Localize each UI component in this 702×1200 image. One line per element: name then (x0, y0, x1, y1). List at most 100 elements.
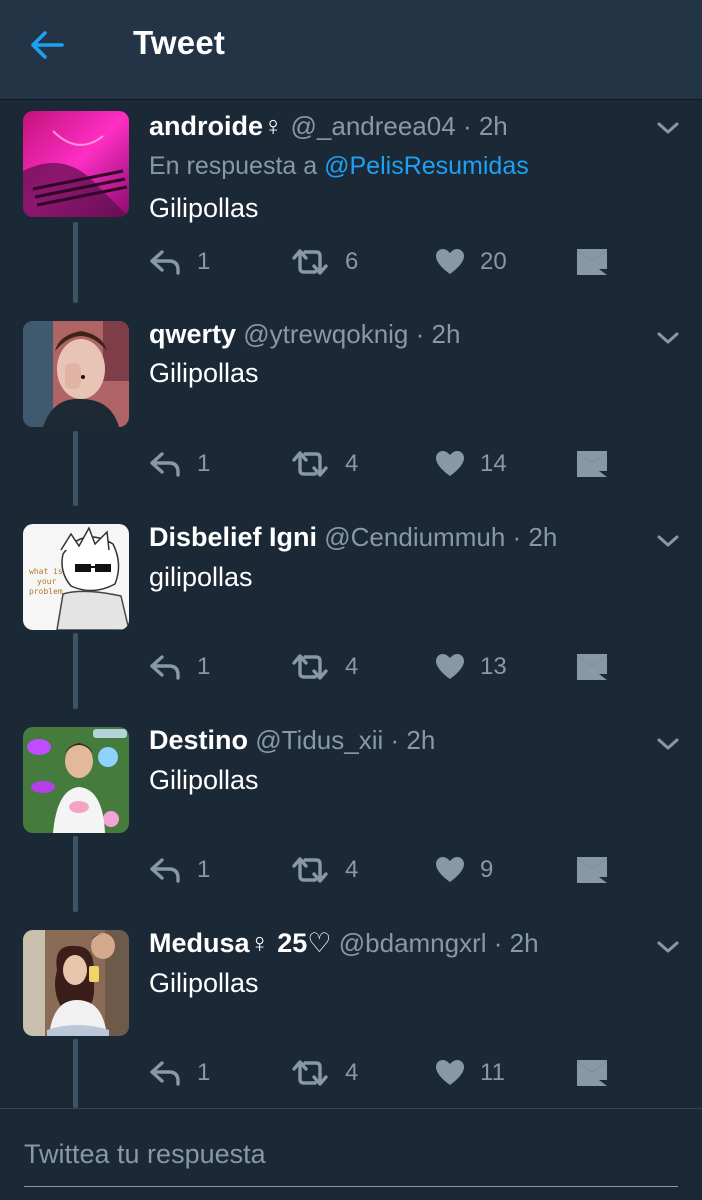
direct-message-icon (577, 451, 607, 477)
reply-composer: Twittea tu respuesta (0, 1108, 702, 1200)
timestamp[interactable]: 2h (479, 111, 508, 141)
retweet-icon (292, 451, 328, 477)
direct-message-button[interactable] (577, 649, 607, 685)
tweet-item[interactable]: androide♀ @_andreea04 · 2h En respuesta … (0, 100, 702, 303)
direct-message-icon (577, 654, 607, 680)
handle[interactable]: @bdamngxrl (339, 928, 487, 958)
direct-message-button[interactable] (577, 446, 607, 482)
reply-button[interactable]: 1 (149, 446, 210, 482)
retweet-icon (292, 654, 328, 680)
tweet-item-content: Disbelief Igni @Cendiummuh · 2h gilipoll… (0, 506, 702, 709)
reply-input[interactable]: Twittea tu respuesta (24, 1139, 678, 1187)
retweet-count: 4 (345, 1059, 359, 1086)
back-button[interactable] (22, 24, 72, 66)
direct-message-icon (577, 857, 607, 883)
reply-button[interactable]: 1 (149, 1055, 210, 1091)
reply-icon (150, 858, 180, 883)
retweet-icon (292, 249, 328, 275)
tweet-header: androide♀ @_andreea04 · 2h (149, 110, 642, 142)
reply-count: 1 (197, 1059, 211, 1086)
direct-message-button[interactable] (577, 244, 607, 280)
reply-icon (150, 1061, 180, 1086)
reply-button[interactable]: 1 (149, 852, 210, 888)
retweet-button[interactable]: 4 (291, 446, 358, 482)
tweet-header: qwerty @ytrewqoknig · 2h (149, 318, 642, 350)
tweet-actions: 1 4 13 (149, 649, 619, 685)
reply-context: En respuesta a @PelisResumidas (149, 152, 529, 181)
tweet-header: Medusa♀ 25♡ @bdamngxrl · 2h (149, 927, 642, 959)
display-name[interactable]: qwerty (149, 319, 236, 349)
retweet-button[interactable]: 4 (291, 852, 358, 888)
display-name[interactable]: Medusa♀ 25♡ (149, 928, 332, 958)
retweet-count: 6 (345, 248, 359, 275)
avatar[interactable] (23, 930, 129, 1036)
reply-icon (150, 250, 180, 275)
reply-icon (150, 452, 180, 477)
tweet-text: Gilipollas (149, 193, 259, 223)
reply-button[interactable]: 1 (149, 649, 210, 685)
separator: · (493, 928, 510, 958)
like-button[interactable]: 20 (436, 244, 507, 280)
chevron-down-icon[interactable] (654, 730, 682, 758)
heart-icon (436, 451, 464, 476)
handle[interactable]: @Tidus_xii (255, 725, 383, 755)
tweet-item[interactable]: Medusa♀ 25♡ @bdamngxrl · 2h Gilipollas 1… (0, 912, 702, 1115)
tweet-text: Gilipollas (149, 765, 259, 795)
avatar[interactable] (23, 111, 129, 217)
timestamp[interactable]: 2h (406, 725, 435, 755)
chevron-down-icon[interactable] (654, 933, 682, 961)
thread-line (73, 222, 78, 303)
like-button[interactable]: 11 (436, 1055, 505, 1091)
reply-button[interactable]: 1 (149, 244, 210, 280)
chevron-down-icon[interactable] (654, 114, 682, 142)
heart-icon (436, 857, 464, 882)
reply-icon (150, 655, 180, 680)
tweet-item[interactable]: Destino @Tidus_xii · 2h Gilipollas 1 4 9 (0, 709, 702, 912)
direct-message-button[interactable] (577, 852, 607, 888)
heart-icon (436, 249, 464, 274)
direct-message-icon (577, 1060, 607, 1086)
avatar[interactable] (23, 321, 129, 427)
reply-mention-link[interactable]: @PelisResumidas (324, 152, 529, 180)
timestamp[interactable]: 2h (510, 928, 539, 958)
retweet-count: 4 (345, 450, 359, 477)
retweet-button[interactable]: 4 (291, 1055, 358, 1091)
retweet-count: 4 (345, 653, 359, 680)
direct-message-button[interactable] (577, 1055, 607, 1091)
tweet-header: Disbelief Igni @Cendiummuh · 2h (149, 521, 642, 553)
retweet-count: 4 (345, 856, 359, 883)
tweet-actions: 1 4 14 (149, 446, 619, 482)
handle[interactable]: @_andreea04 (291, 111, 456, 141)
retweet-icon (292, 1060, 328, 1086)
like-button[interactable]: 14 (436, 446, 507, 482)
tweet-text: Gilipollas (149, 358, 259, 388)
display-name[interactable]: Disbelief Igni (149, 522, 317, 552)
like-count: 20 (480, 248, 507, 275)
thread-line (73, 836, 78, 912)
like-button[interactable]: 13 (436, 649, 507, 685)
like-count: 14 (480, 450, 507, 477)
like-button[interactable]: 9 (436, 852, 493, 888)
avatar[interactable] (23, 727, 129, 833)
display-name[interactable]: Destino (149, 725, 248, 755)
chevron-down-icon[interactable] (654, 527, 682, 555)
top-bar: Tweet (0, 0, 702, 100)
tweet-item[interactable]: qwerty @ytrewqoknig · 2h Gilipollas 1 4 … (0, 303, 702, 506)
reply-count: 1 (197, 450, 211, 477)
timestamp[interactable]: 2h (528, 522, 557, 552)
display-name[interactable]: androide♀ (149, 111, 283, 141)
handle[interactable]: @Cendiummuh (324, 522, 505, 552)
handle[interactable]: @ytrewqoknig (243, 319, 408, 349)
retweet-button[interactable]: 6 (291, 244, 358, 280)
reply-count: 1 (197, 856, 211, 883)
tweet-text: Gilipollas (149, 968, 259, 998)
retweet-icon (292, 857, 328, 883)
separator: · (462, 111, 479, 141)
chevron-down-icon[interactable] (654, 324, 682, 352)
arrow-left-icon (31, 31, 64, 59)
separator: · (415, 319, 432, 349)
retweet-button[interactable]: 4 (291, 649, 358, 685)
thread-line (73, 431, 78, 506)
heart-icon (436, 654, 464, 679)
timestamp[interactable]: 2h (432, 319, 461, 349)
